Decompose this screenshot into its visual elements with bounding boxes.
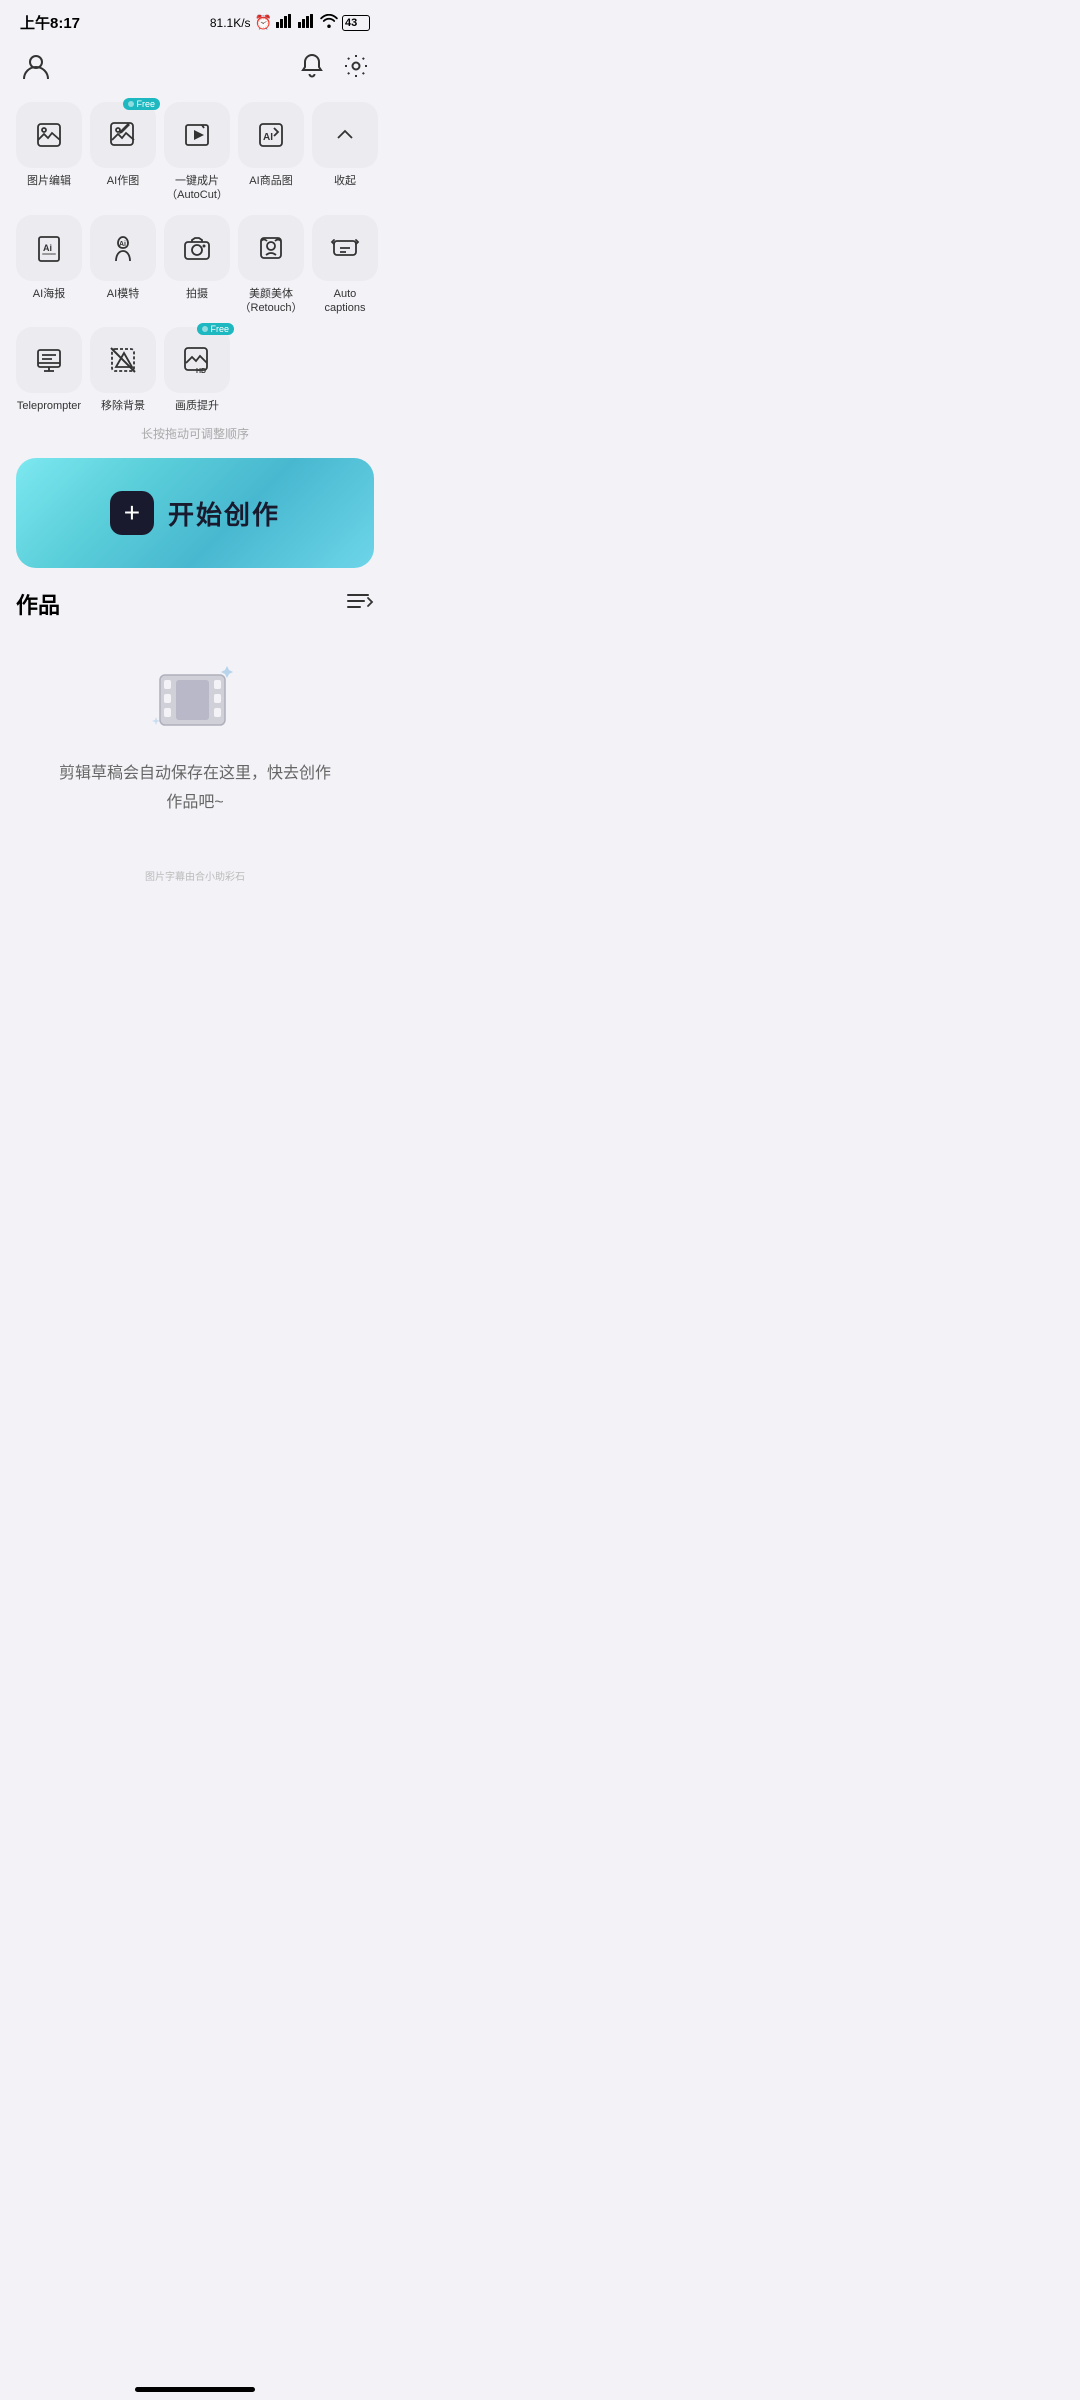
hd-free-badge: Free [197,323,234,335]
tool-auto-captions-label: Auto captions [312,287,378,316]
status-time: 上午8:17 [20,12,80,33]
tool-ai-model[interactable]: Ai AI模特 [90,215,156,316]
svg-text:AI: AI [263,132,273,143]
signal-icon [276,14,294,31]
svg-text:Ai: Ai [43,243,52,253]
works-section: 作品 [0,588,390,858]
create-plus-icon: + [110,491,154,535]
tool-retouch[interactable]: 美颜美体 （Retouch） [238,215,304,316]
works-empty-state: 剪辑草稿会自动保存在这里，快去创作 作品吧~ [16,640,374,858]
works-empty-hint: 剪辑草稿会自动保存在这里，快去创作 作品吧~ [59,760,331,818]
watermark: 图片字幕由合小助彩石 [0,858,390,933]
tool-image-edit-label: 图片编辑 [27,174,71,188]
tool-autocut[interactable]: 一键成片 （AutoCut） [164,102,230,203]
status-bar: 上午8:17 81.1K/s ⏰ [0,0,390,41]
home-indicator [135,2387,255,2392]
tools-row-3: Teleprompter 移除背景 Free HD [16,327,374,413]
create-section: + 开始创作 [0,458,390,588]
tool-retouch-label: 美颜美体 （Retouch） [240,287,303,316]
tool-camera-label: 拍摄 [186,287,208,301]
tool-hd-enhance[interactable]: Free HD 画质提升 [164,327,230,413]
header [0,41,390,102]
signal2-icon [298,14,316,31]
tool-ai-model-label: AI模特 [107,287,139,301]
tools-section: 图片编辑 Free AI作图 [0,102,390,442]
settings-gear-icon[interactable] [342,52,370,87]
works-sort-icon[interactable] [346,590,374,618]
tool-auto-captions[interactable]: Auto captions [312,215,378,316]
create-button[interactable]: + 开始创作 [16,458,374,568]
svg-text:HD: HD [196,368,206,375]
tools-row-1: 图片编辑 Free AI作图 [16,102,374,203]
tool-ai-product[interactable]: AI AI商品图 [238,102,304,203]
battery-icon: 43 [342,15,370,31]
alarm-icon: ⏰ [255,14,272,31]
wifi-icon [320,14,338,31]
status-right: 81.1K/s ⏰ 43 [210,14,370,31]
bottom-bar [0,2366,390,2400]
film-icon [150,660,240,740]
drag-hint: 长按拖动可调整顺序 [16,425,374,442]
works-title: 作品 [16,588,60,620]
free-badge: Free [123,98,160,110]
tool-remove-bg-label: 移除背景 [101,399,145,413]
svg-text:Ai: Ai [119,241,126,248]
network-speed: 81.1K/s [210,16,251,30]
tool-teleprompter[interactable]: Teleprompter [16,327,82,413]
tool-ai-draw[interactable]: Free AI作图 [90,102,156,203]
tool-ai-poster[interactable]: Ai AI海报 [16,215,82,316]
works-header: 作品 [16,588,374,620]
tool-collapse[interactable]: 收起 [312,102,378,203]
tools-row-2: Ai AI海报 Ai AI模特 [16,215,374,316]
tool-ai-draw-label: AI作图 [107,174,139,188]
user-profile-button[interactable] [20,51,52,88]
notification-bell-icon[interactable] [298,52,326,87]
tool-ai-product-label: AI商品图 [249,174,292,188]
tool-hd-enhance-label: 画质提升 [175,399,219,413]
tool-image-edit[interactable]: 图片编辑 [16,102,82,203]
tool-teleprompter-label: Teleprompter [17,399,81,413]
tool-autocut-label: 一键成片 （AutoCut） [166,174,228,203]
tool-ai-poster-label: AI海报 [33,287,65,301]
tool-collapse-label: 收起 [334,174,356,188]
tool-camera[interactable]: 拍摄 [164,215,230,316]
create-text: 开始创作 [168,495,280,532]
tool-remove-bg[interactable]: 移除背景 [90,327,156,413]
header-actions [298,52,370,87]
